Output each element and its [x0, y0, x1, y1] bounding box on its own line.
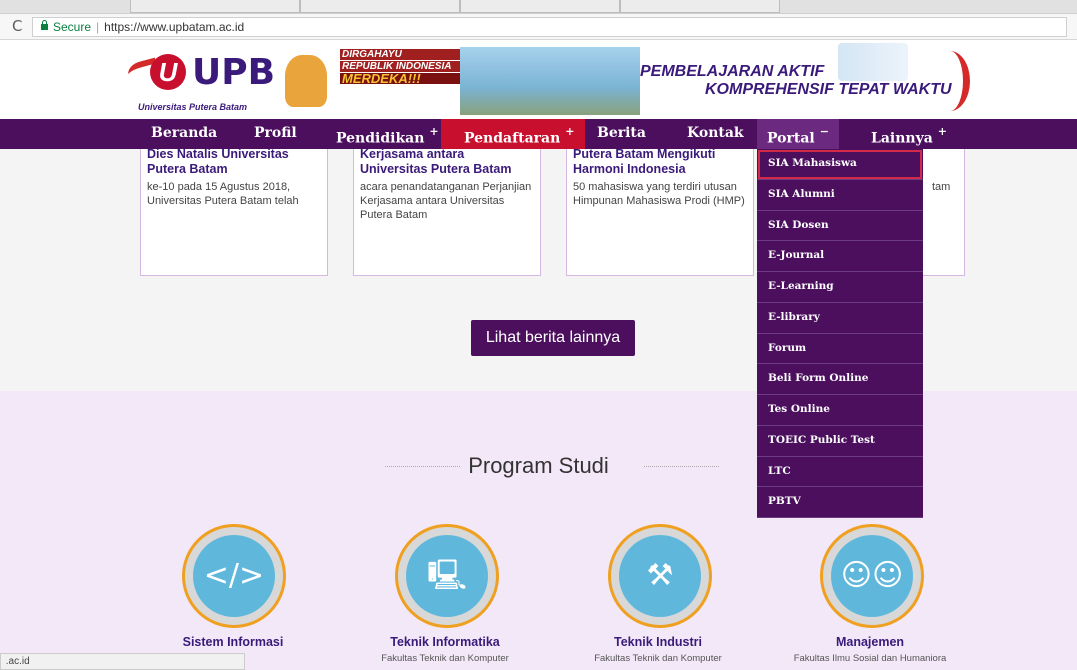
prodi-faculty: Fakultas Teknik dan Komputer: [594, 653, 722, 664]
browser-tab[interactable]: [130, 0, 300, 13]
students-photo: [838, 43, 908, 81]
nav-pendidikan[interactable]: Pendidikan +: [336, 119, 439, 149]
nav-portal[interactable]: Portal −: [757, 119, 839, 149]
prodi-circle[interactable]: </>: [182, 524, 286, 628]
nav-profil[interactable]: Profil: [254, 119, 297, 149]
prodi-faculty: Fakultas Teknik dan Komputer: [381, 653, 509, 664]
url-text: https://www.upbatam.ac.id: [104, 20, 245, 34]
title-divider-right: [644, 466, 719, 467]
secure-label: Secure: [53, 20, 92, 34]
prodi-name[interactable]: Manajemen: [770, 635, 970, 649]
nav-lainnya[interactable]: Lainnya +: [871, 119, 947, 149]
browser-tab[interactable]: [620, 0, 780, 13]
news-excerpt: 50 mahasiswa yang terdiri utusan Himpuna…: [573, 181, 745, 207]
news-card[interactable]: Kerjasama antara Universitas Putera Bata…: [353, 147, 541, 276]
news-excerpt: acara penandatanganan Perjanjian Kerjasa…: [360, 181, 532, 221]
dirgahayu-line1: DIRGAHAYU: [340, 49, 460, 60]
menu-item-toeic-public-test[interactable]: TOEIC Public Test: [757, 426, 923, 457]
nav-beranda[interactable]: Beranda: [151, 119, 217, 149]
prodi-faculty: Fakultas Ilmu Sosial dan Humaniora: [793, 653, 947, 664]
menu-item-forum[interactable]: Forum: [757, 334, 923, 365]
news-excerpt: ke-10 pada 15 Agustus 2018, Universitas …: [147, 181, 299, 207]
logo-text: UPB: [192, 52, 276, 93]
menu-item-e-library[interactable]: E-library: [757, 303, 923, 334]
slogan-line1: PEMBELAJARAN AKTIF: [640, 63, 825, 80]
nav-collapse-icon: −: [819, 125, 829, 138]
upb-logo[interactable]: U UPB Universitas Putera Batam: [130, 46, 280, 114]
nav-berita[interactable]: Berita: [597, 119, 646, 149]
url-field[interactable]: Secure | https://www.upbatam.ac.id: [32, 17, 1067, 37]
prodi-name[interactable]: Sistem Informasi: [133, 635, 333, 649]
browser-status-bar: .ac.id: [0, 653, 245, 670]
menu-item-ltc[interactable]: LTC: [757, 457, 923, 488]
nav-expand-icon: +: [429, 125, 439, 138]
menu-item-tes-online[interactable]: Tes Online: [757, 395, 923, 426]
logo-subtitle: Universitas Putera Batam: [138, 102, 248, 112]
browser-tab-strip: [0, 0, 1077, 14]
oil-pump-icon: ⚒: [646, 558, 674, 593]
nav-kontak[interactable]: Kontak: [687, 119, 744, 149]
more-news-button[interactable]: Lihat berita lainnya: [471, 320, 635, 356]
news-excerpt: tam: [932, 181, 951, 193]
dirgahayu-badge: DIRGAHAYU REPUBLIK INDONESIA MERDEKA!!!: [340, 49, 460, 85]
people-group-icon: ☺☺: [840, 558, 904, 593]
upb-logo-mark: U: [150, 54, 186, 90]
prodi-circle[interactable]: 🖳: [395, 524, 499, 628]
campus-building-image: [460, 47, 640, 115]
menu-item-sia-alumni[interactable]: SIA Alumni: [757, 180, 923, 211]
lock-icon: [41, 20, 48, 30]
news-title[interactable]: Kerjasama antara Universitas Putera Bata…: [360, 147, 534, 177]
prodi-circle-inner: </>: [193, 535, 275, 617]
url-separator: |: [96, 20, 100, 34]
menu-item-sia-mahasiswa[interactable]: SIA Mahasiswa: [757, 149, 923, 180]
browser-tab[interactable]: [300, 0, 460, 13]
ribbon-right-decoration: [930, 51, 970, 111]
prodi-circle-inner: 🖳: [406, 535, 488, 617]
prodi-circle[interactable]: ☺☺: [820, 524, 924, 628]
nav-expand-icon: +: [937, 125, 948, 138]
menu-item-e-journal[interactable]: E-Journal: [757, 241, 923, 272]
menu-item-beli-form-online[interactable]: Beli Form Online: [757, 364, 923, 395]
prodi-name[interactable]: Teknik Informatika: [345, 635, 545, 649]
news-title[interactable]: Dies Natalis Universitas Putera Batam: [147, 147, 321, 177]
portal-dropdown-menu: SIA Mahasiswa SIA Alumni SIA Dosen E-Jou…: [757, 149, 923, 518]
prodi-circle-inner: ☺☺: [831, 535, 913, 617]
prodi-name[interactable]: Teknik Industri: [558, 635, 758, 649]
menu-item-pbtv[interactable]: PBTV: [757, 487, 923, 518]
menu-item-e-learning[interactable]: E-Learning: [757, 272, 923, 303]
news-title[interactable]: Putera Batam Mengikuti Harmoni Indonesia: [573, 147, 747, 177]
site-banner: U UPB Universitas Putera Batam DIRGAHAYU…: [0, 41, 1077, 119]
news-card[interactable]: Putera Batam Mengikuti Harmoni Indonesia…: [566, 147, 754, 276]
menu-item-sia-dosen[interactable]: SIA Dosen: [757, 211, 923, 242]
nav-expand-icon: +: [565, 125, 575, 138]
code-window-icon: </>: [203, 558, 265, 593]
nav-pendaftaran[interactable]: Pendaftaran +: [441, 119, 585, 149]
browser-tab[interactable]: [460, 0, 620, 13]
dirgahayu-line3: MERDEKA!!!: [340, 72, 460, 85]
news-card[interactable]: Dies Natalis Universitas Putera Batam ke…: [140, 147, 328, 276]
slogan-line2: KOMPREHENSIF TEPAT WAKTU: [705, 81, 952, 98]
prodi-circle[interactable]: ⚒: [608, 524, 712, 628]
reload-icon[interactable]: C: [12, 17, 22, 35]
prodi-circle-inner: ⚒: [619, 535, 701, 617]
computer-network-icon: 🖳: [426, 558, 468, 593]
browser-address-bar: C Secure | https://www.upbatam.ac.id: [0, 14, 1077, 40]
main-nav: Beranda Profil Pendidikan + Pendaftaran + …: [0, 119, 1077, 149]
fist-graphic: [285, 55, 327, 107]
